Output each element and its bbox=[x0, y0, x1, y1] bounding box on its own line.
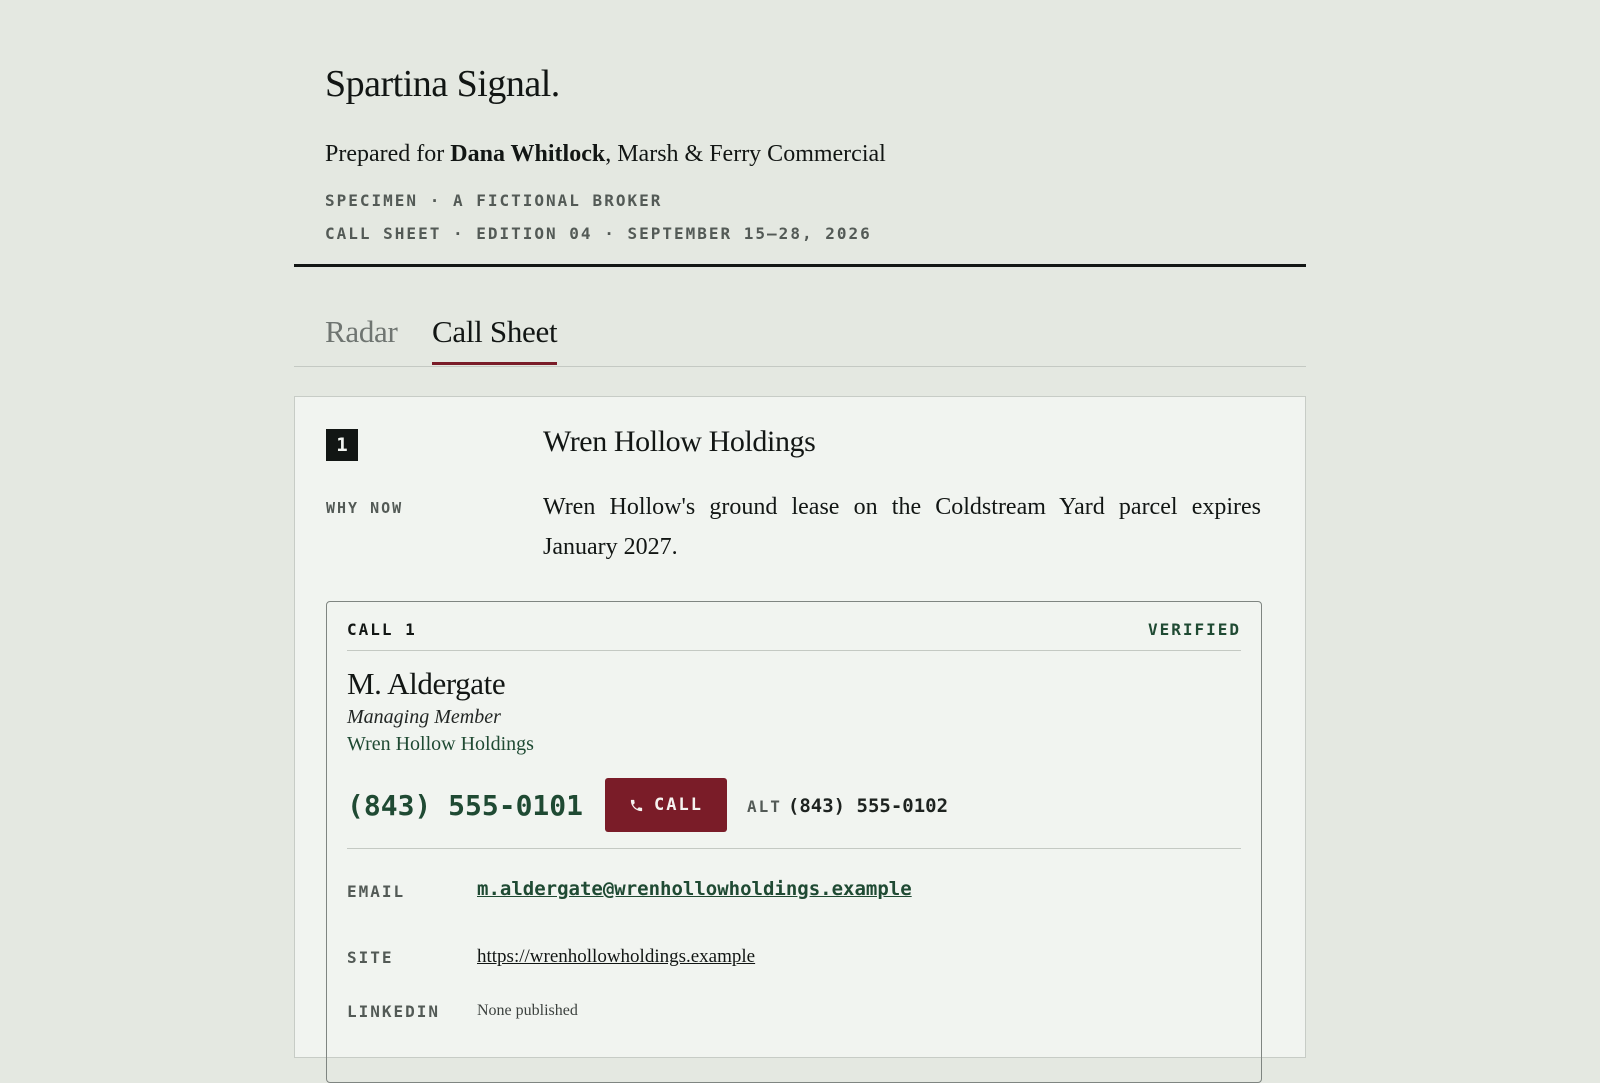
linkedin-label: LINKEDIN bbox=[347, 1002, 441, 1021]
phone-icon bbox=[630, 799, 643, 811]
prepared-prefix: Prepared for bbox=[325, 141, 451, 167]
contact-name: M. Aldergate bbox=[347, 666, 506, 701]
tab-bar: Radar Call Sheet bbox=[294, 300, 1306, 367]
alt-phone-number[interactable]: (843) 555-0102 bbox=[788, 795, 948, 817]
contact-org: Wren Hollow Holdings bbox=[347, 733, 534, 755]
divider bbox=[347, 848, 1241, 849]
contact-role: Managing Member bbox=[347, 706, 501, 728]
specimen-line: SPECIMEN · A FICTIONAL BROKER bbox=[325, 191, 663, 210]
email-link[interactable]: m.aldergate@wrenhollowholdings.example bbox=[477, 878, 912, 900]
prepared-for: Prepared for Dana Whitlock, Marsh & Ferr… bbox=[325, 141, 886, 168]
client-name: Dana Whitlock bbox=[450, 141, 606, 167]
linkedin-value: None published bbox=[477, 1002, 578, 1019]
why-now-label: WHY NOW bbox=[326, 499, 404, 517]
call-button[interactable]: CALL bbox=[605, 778, 727, 832]
site-label: SITE bbox=[347, 948, 394, 967]
edition-line: CALL SHEET · EDITION 04 · SEPTEMBER 15–2… bbox=[325, 224, 872, 243]
brand-title: Spartina Signal. bbox=[325, 63, 560, 105]
tab-call-sheet[interactable]: Call Sheet bbox=[432, 314, 558, 365]
call-button-label: CALL bbox=[654, 795, 703, 815]
prepared-suffix: , Marsh & Ferry Commercial bbox=[605, 141, 886, 167]
why-now-text: Wren Hollow's ground lease on the Coldst… bbox=[543, 494, 1261, 560]
header-rule bbox=[294, 264, 1306, 267]
alt-phone: ALT (843) 555-0102 bbox=[747, 795, 948, 817]
call-block: CALL 1 VERIFIED M. Aldergate Managing Me… bbox=[326, 601, 1262, 1083]
alt-phone-label: ALT bbox=[747, 797, 782, 816]
company-name: Wren Hollow Holdings bbox=[543, 425, 816, 458]
rank-badge: 1 bbox=[326, 429, 358, 461]
email-label: EMAIL bbox=[347, 882, 406, 901]
primary-phone[interactable]: (843) 555-0101 bbox=[347, 789, 583, 822]
prospect-card: 1 Wren Hollow Holdings WHY NOW Wren Holl… bbox=[294, 396, 1306, 1083]
site-link[interactable]: https://wrenhollowholdings.example bbox=[477, 946, 755, 968]
call-number: CALL 1 bbox=[347, 620, 417, 639]
tab-radar[interactable]: Radar bbox=[325, 314, 398, 362]
call-header: CALL 1 VERIFIED bbox=[347, 620, 1241, 651]
status-badge: VERIFIED bbox=[1147, 620, 1241, 639]
